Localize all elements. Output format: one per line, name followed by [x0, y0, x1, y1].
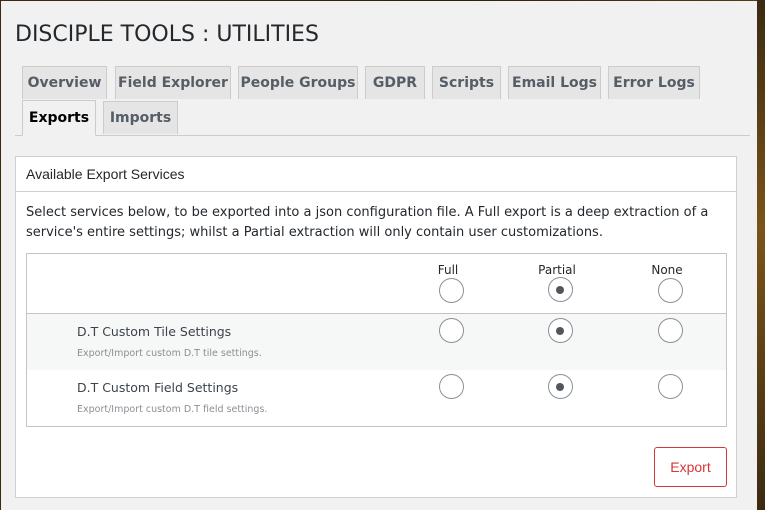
column-header-none: None [651, 263, 683, 277]
admin-page: DISCIPLE TOOLS : UTILITIES Overview Fiel… [1, 1, 757, 510]
service-name: D.T Custom Tile Settings [77, 324, 232, 339]
export-services-table: Full Partial None D.T Custom Tile Settin… [26, 253, 727, 427]
tab-people-groups[interactable]: People Groups [238, 66, 358, 99]
select-all-full-radio[interactable] [438, 278, 464, 303]
column-header-partial: Partial [538, 263, 576, 277]
tab-overview[interactable]: Overview [22, 66, 107, 99]
tile-settings-full-radio[interactable] [438, 318, 464, 343]
tile-settings-partial-radio[interactable] [547, 318, 573, 343]
panel-intro-text: Select services below, to be exported in… [26, 205, 709, 240]
tab-scripts[interactable]: Scripts [432, 66, 501, 99]
field-settings-none-radio[interactable] [657, 374, 683, 399]
field-settings-partial-radio[interactable] [547, 374, 573, 399]
tile-settings-none-radio[interactable] [657, 318, 683, 343]
export-button[interactable]: Export [654, 447, 727, 487]
tab-error-logs[interactable]: Error Logs [608, 66, 700, 99]
panel-heading: Available Export Services [16, 157, 736, 192]
select-all-none-radio[interactable] [657, 278, 683, 303]
column-header-full: Full [437, 263, 459, 277]
tab-exports[interactable]: Exports [22, 100, 96, 136]
export-services-panel: Available Export Services Select service… [15, 156, 737, 498]
field-settings-full-radio[interactable] [438, 374, 464, 399]
tab-imports[interactable]: Imports [103, 101, 178, 134]
tab-field-explorer[interactable]: Field Explorer [115, 66, 231, 99]
table-header-row: Full Partial None [27, 254, 726, 314]
page-title: DISCIPLE TOOLS : UTILITIES [15, 22, 319, 47]
service-name: D.T Custom Field Settings [77, 380, 239, 395]
service-description: Export/Import custom D.T field settings. [77, 404, 268, 415]
select-all-partial-radio[interactable] [547, 277, 573, 302]
table-row: D.T Custom Field Settings Export/Import … [27, 370, 726, 426]
tabs-divider [15, 135, 750, 136]
table-row: D.T Custom Tile Settings Export/Import c… [27, 314, 726, 370]
tab-gdpr[interactable]: GDPR [365, 66, 425, 99]
tab-email-logs[interactable]: Email Logs [508, 66, 601, 99]
service-description: Export/Import custom D.T tile settings. [77, 348, 262, 359]
